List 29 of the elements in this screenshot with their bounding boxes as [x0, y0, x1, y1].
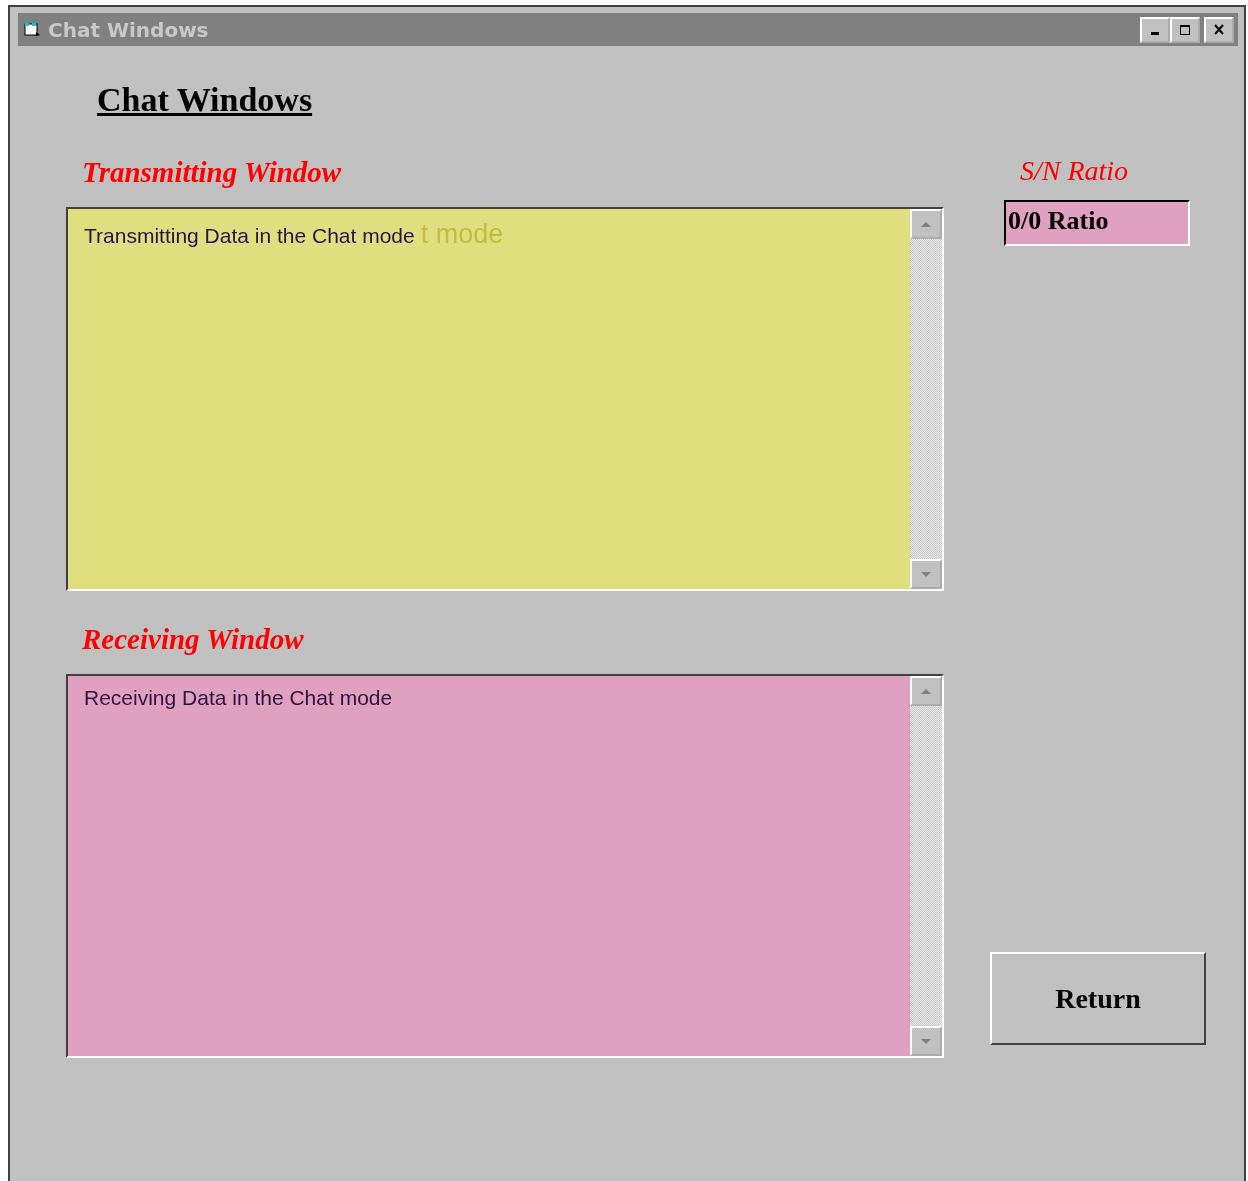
scrollbar[interactable]	[910, 209, 942, 589]
text-area[interactable]: Receiving Data in the Chat mode	[66, 674, 944, 1058]
down-arrow-icon	[920, 570, 932, 578]
scroll-up-button[interactable]	[910, 676, 942, 706]
close-button[interactable]	[1204, 16, 1234, 43]
window-title: Chat Windows	[48, 17, 209, 42]
return-button[interactable]: Return	[990, 952, 1206, 1045]
down-arrow-icon	[920, 1037, 932, 1045]
pane-label: Receiving Window	[82, 622, 304, 657]
maximize-button[interactable]	[1170, 16, 1200, 43]
maximize-icon	[1179, 23, 1191, 36]
text-area[interactable]: Transmitting Data in the Chat mode t mode	[66, 207, 944, 591]
scrollbar[interactable]	[910, 676, 942, 1056]
scroll-down-button[interactable]	[910, 559, 942, 589]
scroll-down-button[interactable]	[910, 1026, 942, 1056]
minimize-icon	[1151, 32, 1159, 35]
window-icon	[24, 21, 42, 38]
ratio-field[interactable]: 0/0 Ratio	[1004, 200, 1190, 246]
close-icon	[1213, 24, 1225, 35]
minimize-button[interactable]	[1140, 16, 1170, 43]
ghost-text: t mode	[420, 219, 504, 250]
up-arrow-icon	[920, 687, 932, 695]
ratio-label: S/N Ratio	[1020, 154, 1129, 188]
up-arrow-icon	[920, 220, 932, 228]
pane-label: Transmitting Window	[82, 155, 342, 190]
pane-text: Transmitting Data in the Chat mode	[84, 224, 415, 248]
scroll-up-button[interactable]	[910, 209, 942, 239]
pane-text: Receiving Data in the Chat mode	[84, 686, 393, 710]
heading: Chat Windows	[97, 80, 313, 120]
